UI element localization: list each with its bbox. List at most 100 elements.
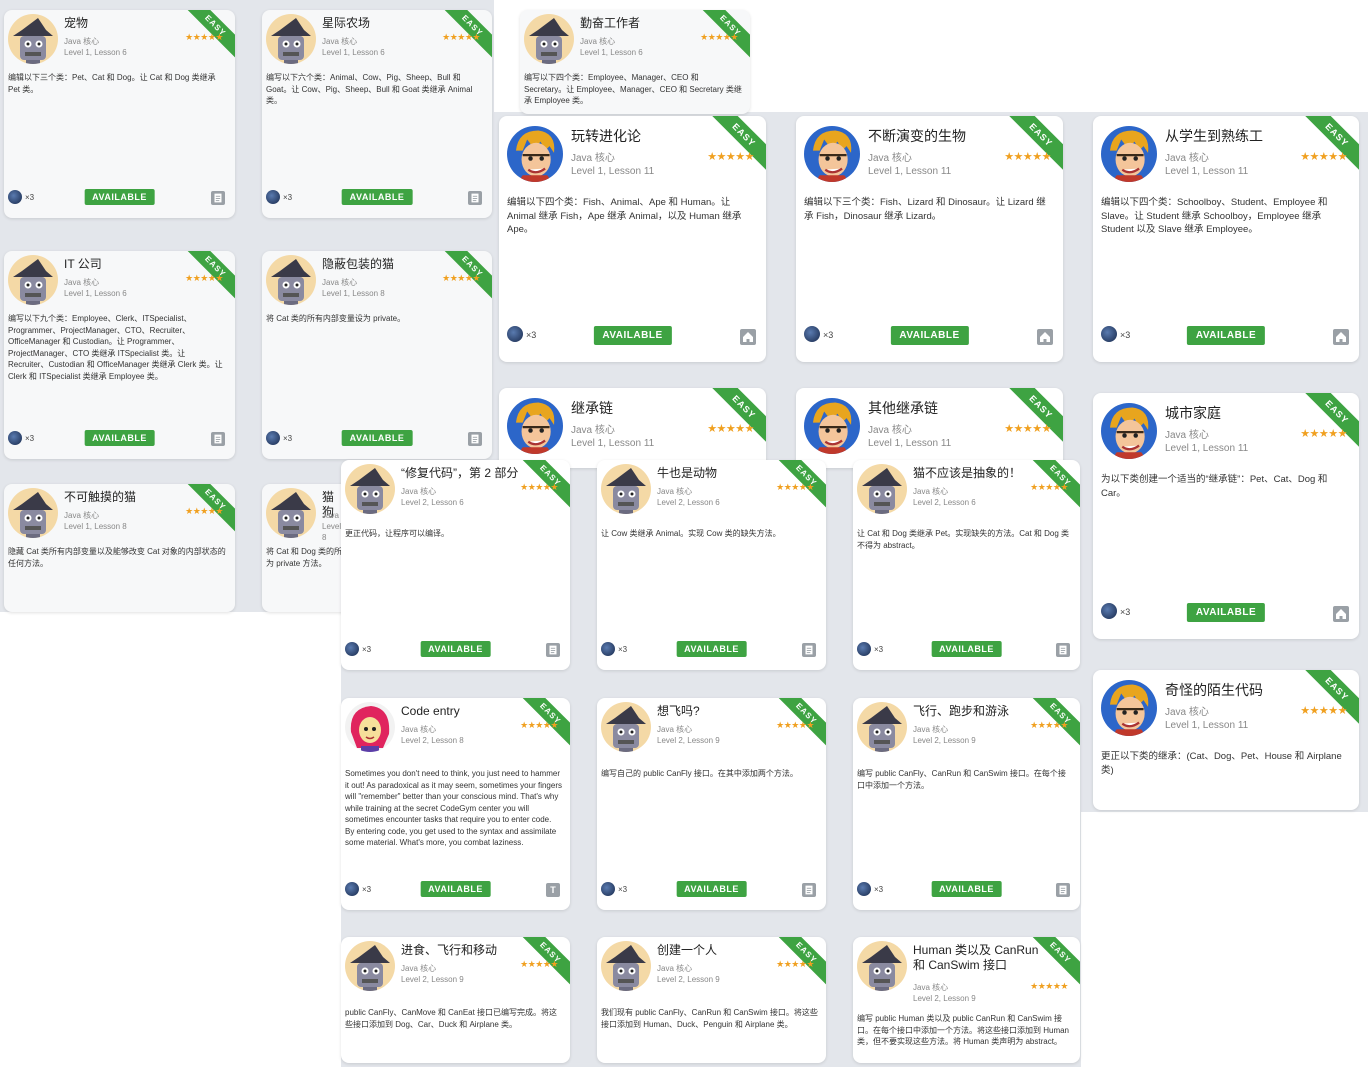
galaxy-icon xyxy=(1101,326,1117,342)
task-card-hidden-cat[interactable]: EASY 隐蔽包装的猫 Java 核心 Level 1, Lesson 8 ★★★… xyxy=(262,251,492,459)
rating-stars: ★★★★★ xyxy=(1004,423,1051,435)
galaxy-icon xyxy=(857,642,871,656)
task-title[interactable]: 想飞吗? xyxy=(657,704,786,719)
task-card-inheritance-chain[interactable]: EASY 继承链 Java 核心 Level 1, Lesson 11 ★★★★★ xyxy=(499,388,766,468)
task-meta: Java 核心 Level 2, Lesson 8 xyxy=(401,725,464,745)
available-button[interactable]: AVAILABLE xyxy=(1186,603,1266,622)
reward-multiplier: ×3 xyxy=(618,885,628,894)
hero-avatar xyxy=(1101,403,1157,459)
task-card-strange-code[interactable]: EASY 奇怪的陌生代码 Java 核心 Level 1, Lesson 11 ★… xyxy=(1093,670,1359,810)
available-button[interactable]: AVAILABLE xyxy=(931,641,1002,657)
available-button[interactable]: AVAILABLE xyxy=(676,881,747,897)
document-icon[interactable] xyxy=(468,191,482,205)
home-icon[interactable] xyxy=(1333,329,1349,345)
task-card-eat-fly-move[interactable]: EASY 进食、飞行和移动 Java 核心 Level 2, Lesson 9 ★… xyxy=(341,937,570,1063)
document-icon[interactable] xyxy=(468,432,482,446)
task-card-human-canrun-canswim[interactable]: EASY Human 类以及 CanRun 和 CanSwim 接口 Java … xyxy=(853,937,1080,1063)
task-title[interactable]: 猫不应该是抽象的！ xyxy=(913,466,1040,481)
task-card-evolution[interactable]: EASY 玩转进化论 Java 核心 Level 1, Lesson 11 ★★★… xyxy=(499,116,766,362)
task-meta: Java 核心 Level 2, Lesson 6 xyxy=(913,487,976,507)
task-title[interactable]: 城市家庭 xyxy=(1165,405,1319,422)
available-button[interactable]: AVAILABLE xyxy=(420,641,491,657)
task-title[interactable]: 其他继承链 xyxy=(868,400,1023,417)
task-card-pets[interactable]: EASY 宠物 Java 核心 Level 1, Lesson 6 ★★★★★ 编… xyxy=(4,10,235,218)
available-button[interactable]: AVAILABLE xyxy=(890,326,969,345)
task-title[interactable]: IT 公司 xyxy=(64,257,195,272)
task-title[interactable]: 创建一个人 xyxy=(657,943,786,958)
task-title[interactable]: Code entry xyxy=(401,704,530,719)
available-button[interactable]: AVAILABLE xyxy=(420,881,491,897)
document-icon[interactable] xyxy=(1056,883,1070,897)
task-meta: Java 核心 Level 1, Lesson 6 xyxy=(64,278,127,298)
available-button[interactable]: AVAILABLE xyxy=(341,430,413,446)
text-icon[interactable]: T xyxy=(546,883,560,897)
task-title[interactable]: “修复代码”，第 2 部分 xyxy=(401,466,530,481)
rating-stars: ★★★★★ xyxy=(1300,705,1347,717)
task-card-evolving-creatures[interactable]: EASY 不断演变的生物 Java 核心 Level 1, Lesson 11 ★… xyxy=(796,116,1063,362)
task-meta: Java 核心 Level 2, Lesson 9 xyxy=(657,964,720,984)
task-card-cat-not-abstract[interactable]: EASY 猫不应该是抽象的！ Java 核心 Level 2, Lesson 6 … xyxy=(853,460,1080,670)
easy-ribbon: EASY xyxy=(1295,116,1359,177)
task-title[interactable]: 不断演变的生物 xyxy=(868,128,1023,145)
home-icon[interactable] xyxy=(1037,329,1053,345)
reward-multiplier: ×3 xyxy=(25,434,35,443)
robot-avatar xyxy=(524,14,574,64)
task-card-city-family[interactable]: EASY 城市家庭 Java 核心 Level 1, Lesson 11 ★★★★… xyxy=(1093,393,1359,639)
task-card-space-farm[interactable]: EASY 星际农场 Java 核心 Level 1, Lesson 6 ★★★★★… xyxy=(262,10,492,218)
task-description: 编写自己的 public CanFly 接口。在其中添加两个方法。 xyxy=(601,769,798,778)
task-card-code-entry[interactable]: EASY Code entry Java 核心 Level 2, Lesson 8… xyxy=(341,698,570,910)
home-icon[interactable] xyxy=(740,329,756,345)
document-icon[interactable] xyxy=(802,643,816,657)
task-title[interactable]: Human 类以及 CanRun 和 CanSwim 接口 xyxy=(913,943,1050,973)
available-button[interactable]: AVAILABLE xyxy=(341,189,413,205)
document-icon[interactable] xyxy=(211,432,225,446)
task-card-fly-run-swim[interactable]: EASY 飞行、跑步和游泳 Java 核心 Level 2, Lesson 9 ★… xyxy=(853,698,1080,910)
task-title[interactable]: 宠物 xyxy=(64,16,195,31)
task-description: 编写 public CanFly、CanRun 和 CanSwim 接口。在每个… xyxy=(857,769,1066,790)
task-title[interactable]: 从学生到熟练工 xyxy=(1165,128,1319,145)
robot-avatar xyxy=(266,14,316,64)
document-icon[interactable] xyxy=(546,643,560,657)
task-title[interactable]: 牛也是动物 xyxy=(657,466,786,481)
task-card-cow-is-animal[interactable]: EASY 牛也是动物 Java 核心 Level 2, Lesson 6 ★★★★… xyxy=(597,460,826,670)
task-card-it-company[interactable]: EASY IT 公司 Java 核心 Level 1, Lesson 6 ★★★★… xyxy=(4,251,235,459)
hero-avatar xyxy=(804,398,860,454)
document-icon[interactable] xyxy=(1056,643,1070,657)
task-title[interactable]: 奇怪的陌生代码 xyxy=(1165,682,1319,699)
task-description: 隐藏 Cat 类所有内部变量以及能够改变 Cat 对象的内部状态的任何方法。 xyxy=(8,547,226,568)
galaxy-icon xyxy=(1101,603,1117,619)
task-card-other-inheritance-chain[interactable]: EASY 其他继承链 Java 核心 Level 1, Lesson 11 ★★★… xyxy=(796,388,1063,468)
task-meta: Java 核心 Level 2, Lesson 9 xyxy=(913,983,976,1003)
task-title[interactable]: 飞行、跑步和游泳 xyxy=(913,704,1040,719)
available-button[interactable]: AVAILABLE xyxy=(676,641,747,657)
task-title[interactable]: 隐蔽包装的猫 xyxy=(322,257,452,272)
task-meta: Java 核心 Level 1, Lesson 11 xyxy=(1165,430,1249,454)
task-meta: Java 核心Level 1, Lesson 8 xyxy=(322,278,385,298)
available-button[interactable]: AVAILABLE xyxy=(593,326,672,345)
document-icon[interactable] xyxy=(211,191,225,205)
galaxy-icon xyxy=(857,882,871,896)
rating-stars: ★★★★★ xyxy=(776,959,814,969)
easy-ribbon: EASY xyxy=(702,116,766,177)
available-button[interactable]: AVAILABLE xyxy=(1186,326,1266,345)
task-card-untouchable-cat[interactable]: EASY 不可触摸的猫 Java 核心 Level 1, Lesson 8 ★★★… xyxy=(4,484,235,612)
home-icon[interactable] xyxy=(1333,606,1349,622)
task-title[interactable]: 勤奋工作者 xyxy=(580,16,710,31)
available-button[interactable]: AVAILABLE xyxy=(931,881,1002,897)
task-title[interactable]: 星际农场 xyxy=(322,16,452,31)
available-button[interactable]: AVAILABLE xyxy=(84,189,155,205)
task-card-fix-code-2[interactable]: EASY “修复代码”，第 2 部分 Java 核心 Level 2, Lesso… xyxy=(341,460,570,670)
rating-stars: ★★★★★ xyxy=(185,32,223,42)
task-card-student-to-worker[interactable]: EASY 从学生到熟练工 Java 核心 Level 1, Lesson 11 ★… xyxy=(1093,116,1359,362)
available-button[interactable]: AVAILABLE xyxy=(84,430,155,446)
document-icon[interactable] xyxy=(802,883,816,897)
task-card-hard-worker[interactable]: EASY 勤奋工作者 Java 核心 Level 1, Lesson 6 ★★★★… xyxy=(520,10,750,114)
task-card-create-person[interactable]: EASY 创建一个人 Java 核心 Level 2, Lesson 9 ★★★★… xyxy=(597,937,826,1063)
task-title[interactable]: 继承链 xyxy=(571,400,726,417)
task-meta: Java 核心 Level 1, Lesson 11 xyxy=(868,153,952,177)
task-title[interactable]: 进食、飞行和移动 xyxy=(401,943,530,958)
task-title[interactable]: 玩转进化论 xyxy=(571,128,726,145)
task-title[interactable]: 不可触摸的猫 xyxy=(64,490,195,505)
galaxy-icon xyxy=(601,642,615,656)
task-card-want-to-fly[interactable]: EASY 想飞吗? Java 核心 Level 2, Lesson 9 ★★★★★… xyxy=(597,698,826,910)
